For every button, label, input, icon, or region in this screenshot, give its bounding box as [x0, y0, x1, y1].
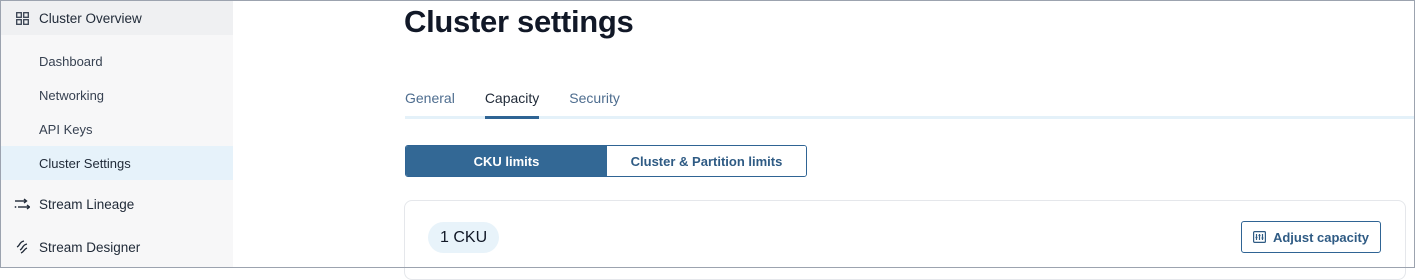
settings-tabs: General Capacity Security [405, 88, 650, 119]
cluster-partition-limits-button[interactable]: Cluster & Partition limits [607, 146, 806, 176]
grid-icon [14, 10, 30, 26]
tab-general[interactable]: General [405, 88, 455, 119]
sidebar-item-label: Networking [39, 87, 105, 103]
sidebar-item-networking[interactable]: Networking [1, 78, 233, 112]
sidebar-group-label: Stream Designer [39, 239, 141, 255]
adjust-capacity-label: Adjust capacity [1272, 229, 1370, 245]
sidebar-group-label: Cluster Overview [39, 10, 142, 26]
cku-limits-button[interactable]: CKU limits [406, 146, 607, 176]
sidebar-item-api-keys[interactable]: API Keys [1, 112, 233, 146]
sidebar-item-label: Cluster Settings [39, 155, 131, 171]
tab-security[interactable]: Security [569, 88, 620, 119]
sidebar-item-cluster-settings[interactable]: Cluster Settings [1, 146, 233, 180]
tab-capacity[interactable]: Capacity [484, 88, 540, 119]
sidebar-group-label: Stream Lineage [39, 196, 135, 212]
sidebar-group-stream-designer[interactable]: Stream Designer [1, 230, 233, 264]
stream-lineage-icon [14, 196, 30, 212]
sidebar-item-label: API Keys [39, 121, 93, 137]
sliders-icon [1252, 231, 1266, 243]
sidebar-item-label: Dashboard [39, 53, 103, 69]
sidebar: Cluster Overview Dashboard Networking AP… [1, 1, 233, 267]
adjust-capacity-button[interactable]: Adjust capacity [1241, 221, 1381, 253]
limits-segmented-control: CKU limits Cluster & Partition limits [405, 145, 807, 177]
stream-designer-icon [14, 239, 30, 255]
sidebar-group-cluster-overview[interactable]: Cluster Overview [1, 1, 233, 35]
sidebar-item-dashboard[interactable]: Dashboard [1, 44, 233, 78]
sidebar-group-stream-lineage[interactable]: Stream Lineage [1, 187, 233, 221]
page-title: Cluster settings [404, 4, 634, 39]
cku-badge: 1 CKU [428, 222, 500, 253]
